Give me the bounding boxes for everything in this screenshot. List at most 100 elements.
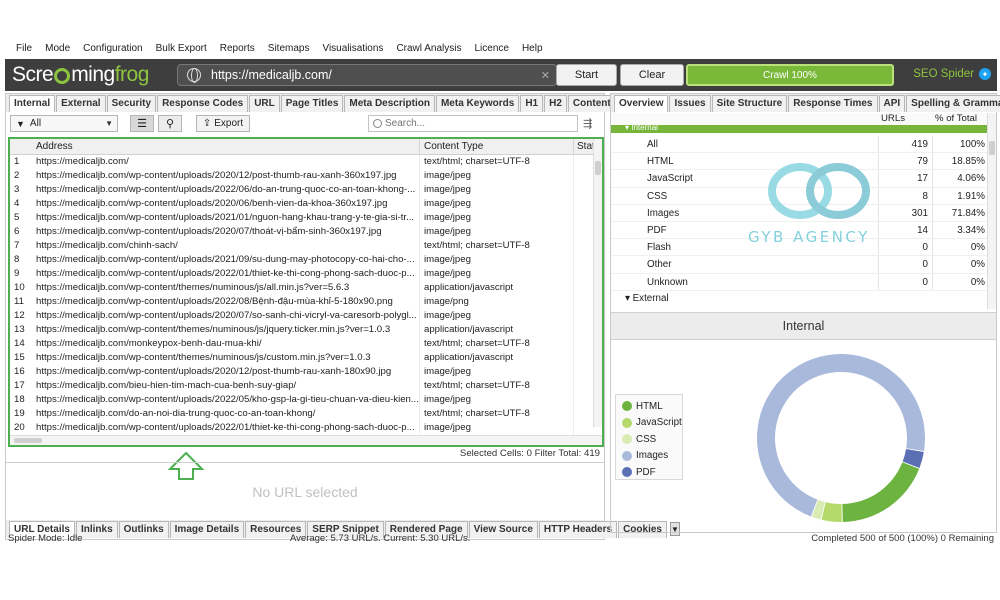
menu-mode[interactable]: Mode xyxy=(45,40,70,58)
row-address[interactable]: https://medicaljb.com/do-an-noi-dia-trun… xyxy=(32,407,420,421)
tab-h1[interactable]: H1 xyxy=(520,95,544,112)
start-button[interactable]: Start xyxy=(556,64,617,86)
table-row[interactable]: 17 https://medicaljb.com/bieu-hien-tim-ma… xyxy=(10,379,602,393)
row-address[interactable]: https://medicaljb.com/wp-content/uploads… xyxy=(32,253,420,267)
row-address[interactable]: https://medicaljb.com/wp-content/uploads… xyxy=(32,211,420,225)
tab-overview[interactable]: Overview xyxy=(614,95,669,112)
table-row[interactable]: 8 https://medicaljb.com/wp-content/upload… xyxy=(10,253,602,267)
donut-slice-javascript[interactable] xyxy=(821,502,842,522)
tab-h2[interactable]: H2 xyxy=(544,95,567,112)
table-row[interactable]: 15 https://medicaljb.com/wp-content/theme… xyxy=(10,351,602,365)
table-row[interactable]: 19 https://medicaljb.com/do-an-noi-dia-tr… xyxy=(10,407,602,421)
url-input[interactable]: https://medicaljb.com/ ✕ xyxy=(177,64,557,86)
column-header-address[interactable]: Address xyxy=(32,139,420,154)
table-row[interactable]: 13 https://medicaljb.com/wp-content/theme… xyxy=(10,323,602,337)
legend-item-images[interactable]: Images xyxy=(622,448,682,465)
export-button[interactable]: ⇪ Export xyxy=(196,115,250,132)
legend-item-javascript[interactable]: JavaScript xyxy=(622,415,682,432)
menu-licence[interactable]: Licence xyxy=(474,40,508,58)
tree-view-icon[interactable]: ⚲ xyxy=(158,115,182,132)
table-row[interactable]: 4 https://medicaljb.com/wp-content/upload… xyxy=(10,197,602,211)
row-address[interactable]: https://medicaljb.com/wp-content/uploads… xyxy=(32,183,420,197)
menu-crawl-analysis[interactable]: Crawl Analysis xyxy=(396,40,461,58)
tab-internal[interactable]: Internal xyxy=(9,95,56,112)
donut-slice-html[interactable] xyxy=(842,462,920,522)
menu-help[interactable]: Help xyxy=(522,40,543,58)
tab-spelling-grammar[interactable]: Spelling & Grammar xyxy=(906,95,1000,112)
column-header-urls[interactable]: URLs xyxy=(881,113,905,124)
legend-item-css[interactable]: CSS xyxy=(622,431,682,448)
overview-row-all[interactable]: All 419 100% xyxy=(611,136,988,154)
row-address[interactable]: https://medicaljb.com/wp-content/uploads… xyxy=(32,169,420,183)
table-row[interactable]: 9 https://medicaljb.com/wp-content/upload… xyxy=(10,267,602,281)
table-row[interactable]: 1 https://medicaljb.com/text/html; charse… xyxy=(10,155,602,169)
row-address[interactable]: https://medicaljb.com/wp-content/uploads… xyxy=(32,421,420,435)
column-header-percent[interactable]: % of Total xyxy=(935,113,977,124)
filter-icon: ▼ xyxy=(16,118,25,129)
table-row[interactable]: 5 https://medicaljb.com/wp-content/upload… xyxy=(10,211,602,225)
tab-response-codes[interactable]: Response Codes xyxy=(157,95,249,112)
search-input[interactable] xyxy=(385,118,555,129)
horizontal-scrollbar[interactable] xyxy=(10,435,602,445)
row-address[interactable]: https://medicaljb.com/wp-content/uploads… xyxy=(32,309,420,323)
tab-url[interactable]: URL xyxy=(249,95,280,112)
table-row[interactable]: 3 https://medicaljb.com/wp-content/upload… xyxy=(10,183,602,197)
clear-url-icon[interactable]: ✕ xyxy=(541,69,550,82)
search-box[interactable] xyxy=(368,115,578,132)
row-address[interactable]: https://medicaljb.com/wp-content/themes/… xyxy=(32,351,420,365)
tab-meta-description[interactable]: Meta Description xyxy=(344,95,435,112)
row-address[interactable]: https://medicaljb.com/bieu-hien-tim-mach… xyxy=(32,379,420,393)
table-row[interactable]: 7 https://medicaljb.com/chinh-sach/text/h… xyxy=(10,239,602,253)
twitter-icon[interactable]: ✦ xyxy=(979,68,991,80)
legend-item-html[interactable]: HTML xyxy=(622,398,682,415)
table-row[interactable]: 20 https://medicaljb.com/wp-content/uploa… xyxy=(10,421,602,435)
tab-meta-keywords[interactable]: Meta Keywords xyxy=(435,95,520,112)
table-row[interactable]: 16 https://medicaljb.com/wp-content/uploa… xyxy=(10,365,602,379)
menu-bulk-export[interactable]: Bulk Export xyxy=(156,40,207,58)
table-row[interactable]: 10 https://medicaljb.com/wp-content/theme… xyxy=(10,281,602,295)
tab-external[interactable]: External xyxy=(56,95,106,112)
table-row[interactable]: 12 https://medicaljb.com/wp-content/uploa… xyxy=(10,309,602,323)
overview-group-external[interactable]: ▾ External xyxy=(625,293,669,304)
row-address[interactable]: https://medicaljb.com/ xyxy=(32,155,420,169)
row-address[interactable]: https://medicaljb.com/wp-content/themes/… xyxy=(32,281,420,295)
table-row[interactable]: 11 https://medicaljb.com/wp-content/uploa… xyxy=(10,295,602,309)
row-address[interactable]: https://medicaljb.com/wp-content/uploads… xyxy=(32,365,420,379)
row-address[interactable]: https://medicaljb.com/wp-content/uploads… xyxy=(32,225,420,239)
tab-content[interactable]: Content xyxy=(567,95,616,112)
row-address[interactable]: https://medicaljb.com/monkeypox-benh-dau… xyxy=(32,337,420,351)
menu-configuration[interactable]: Configuration xyxy=(83,40,142,58)
overview-row-unknown[interactable]: Unknown 0 0% xyxy=(611,273,988,291)
filter-dropdown[interactable]: ▼ All ▼ xyxy=(10,115,118,132)
tab-api[interactable]: API xyxy=(878,95,906,112)
row-address[interactable]: https://medicaljb.com/wp-content/themes/… xyxy=(32,323,420,337)
right-panel: Overview Issues Site Structure Response Tim… xyxy=(610,93,1000,533)
row-address[interactable]: https://medicaljb.com/wp-content/uploads… xyxy=(32,393,420,407)
row-address[interactable]: https://medicaljb.com/chinh-sach/ xyxy=(32,239,420,253)
row-address[interactable]: https://medicaljb.com/wp-content/uploads… xyxy=(32,267,420,281)
table-row[interactable]: 18 https://medicaljb.com/wp-content/uploa… xyxy=(10,393,602,407)
menu-reports[interactable]: Reports xyxy=(220,40,255,58)
tab-page-titles[interactable]: Page Titles xyxy=(280,95,344,112)
search-settings-icon[interactable]: ⇶ xyxy=(583,117,592,130)
vertical-scrollbar[interactable] xyxy=(593,139,602,427)
table-row[interactable]: 14 https://medicaljb.com/monkeypox-benh-d… xyxy=(10,337,602,351)
tab-issues[interactable]: Issues xyxy=(669,95,711,112)
menu-visualisations[interactable]: Visualisations xyxy=(322,40,383,58)
tab-site-structure[interactable]: Site Structure xyxy=(711,95,788,112)
row-address[interactable]: https://medicaljb.com/wp-content/uploads… xyxy=(32,295,420,309)
list-view-icon[interactable]: ☰ xyxy=(130,115,154,132)
row-address[interactable]: https://medicaljb.com/wp-content/uploads… xyxy=(32,197,420,211)
tab-security[interactable]: Security xyxy=(106,95,157,112)
clear-button[interactable]: Clear xyxy=(620,64,684,86)
column-header-content-type[interactable]: Content Type xyxy=(420,139,574,154)
table-row[interactable]: 2 https://medicaljb.com/wp-content/upload… xyxy=(10,169,602,183)
menu-file[interactable]: File xyxy=(16,40,32,58)
overview-row-other[interactable]: Other 0 0% xyxy=(611,256,988,274)
tab-response-times[interactable]: Response Times xyxy=(788,95,878,112)
menu-sitemaps[interactable]: Sitemaps xyxy=(268,40,310,58)
overview-group-internal[interactable]: ▾ Internal xyxy=(611,125,988,133)
legend-item-pdf[interactable]: PDF xyxy=(622,464,682,481)
overview-scrollbar[interactable] xyxy=(987,113,996,309)
table-row[interactable]: 6 https://medicaljb.com/wp-content/upload… xyxy=(10,225,602,239)
